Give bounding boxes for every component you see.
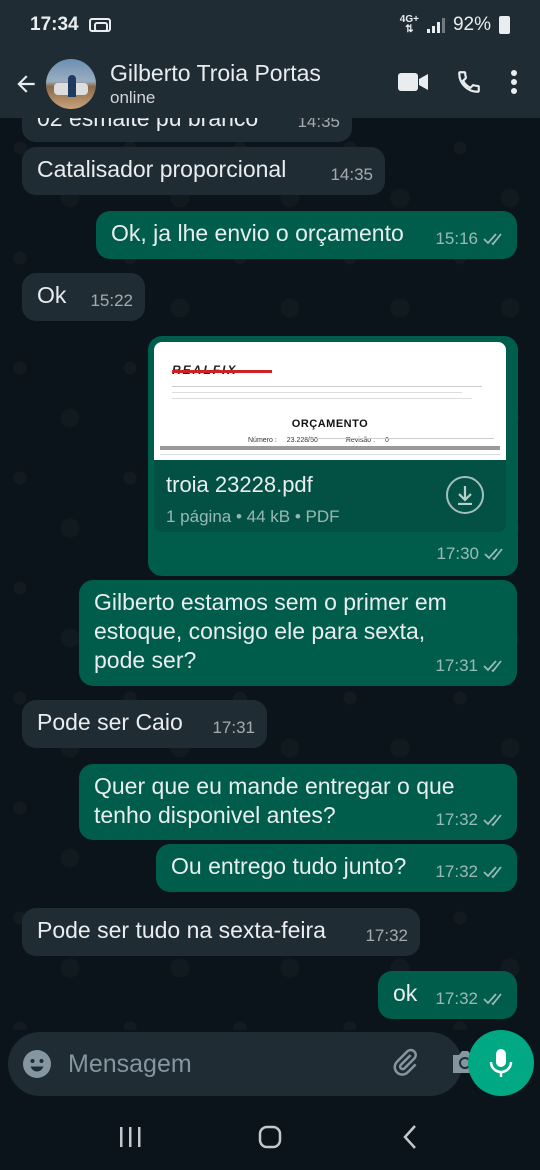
- message-time: 17:31: [435, 656, 478, 675]
- back-arrow-icon: [17, 75, 35, 93]
- attach-button[interactable]: [390, 1047, 420, 1082]
- message-incoming[interactable]: Catalisador proporcional 14:35: [22, 147, 385, 195]
- message-time: 17:30: [436, 544, 479, 563]
- read-receipt-icon: [483, 659, 502, 672]
- read-receipt-icon: [483, 865, 502, 878]
- voice-call-button[interactable]: [456, 69, 482, 100]
- recent-apps-icon: [120, 1127, 141, 1147]
- contact-avatar[interactable]: [46, 59, 96, 109]
- read-receipt-icon: [484, 547, 503, 560]
- document-details: 1 página • 44 kB • PDF: [166, 507, 340, 526]
- contact-presence: online: [110, 88, 156, 107]
- message-list[interactable]: 02 esmalte pu branco 14:35 Catalisador p…: [0, 118, 540, 1030]
- message-text: Catalisador proporcional: [37, 156, 287, 182]
- microphone-icon: [489, 1049, 513, 1077]
- home-button[interactable]: [250, 1117, 290, 1157]
- signal-icon: [426, 17, 445, 33]
- read-receipt-icon: [483, 813, 502, 826]
- download-button[interactable]: [446, 476, 484, 514]
- message-incoming[interactable]: 02 esmalte pu branco 14:35: [22, 118, 352, 142]
- message-composer: [8, 1032, 477, 1096]
- message-time: 17:32: [435, 862, 478, 881]
- message-incoming[interactable]: Ok 15:22: [22, 273, 145, 321]
- voice-message-button[interactable]: [468, 1030, 534, 1096]
- message-outgoing[interactable]: Ok, ja lhe envio o orçamento 15:16: [96, 211, 517, 259]
- home-icon: [258, 1125, 282, 1149]
- chat-header: Gilberto Troia Portas online: [0, 50, 540, 118]
- message-time: 14:35: [297, 118, 340, 131]
- chevron-left-icon: [403, 1125, 416, 1149]
- paperclip-icon: [393, 1048, 417, 1076]
- document-file-name: troia 23228.pdf: [166, 472, 313, 497]
- message-outgoing[interactable]: Quer que eu mande entregar o que tenho d…: [79, 764, 517, 840]
- back-nav-button[interactable]: [390, 1117, 430, 1157]
- read-receipt-icon: [483, 232, 502, 245]
- message-text: Pode ser tudo na sexta-feira: [37, 917, 326, 943]
- video-call-button[interactable]: [398, 71, 428, 98]
- message-time: 14:35: [330, 165, 373, 184]
- more-options-button[interactable]: [510, 69, 518, 100]
- network-type: 4G+: [399, 14, 419, 25]
- message-input[interactable]: [68, 1049, 390, 1079]
- system-navigation-bar: [0, 1104, 540, 1170]
- contact-name: Gilberto Troia Portas: [110, 60, 321, 86]
- status-bar: 17:34 4G+ ⇅ 92%: [0, 0, 540, 50]
- message-time: 17:32: [435, 810, 478, 829]
- back-button[interactable]: [6, 59, 46, 109]
- message-time: 15:22: [90, 291, 133, 310]
- message-time: 17:32: [365, 926, 408, 945]
- message-time: 17:32: [435, 989, 478, 1008]
- video-call-icon: [398, 72, 428, 91]
- recent-apps-button[interactable]: [110, 1117, 150, 1157]
- message-time: 17:31: [212, 718, 255, 737]
- network-type-icon: 4G+ ⇅: [399, 14, 419, 35]
- status-time: 17:34: [30, 14, 79, 35]
- emoji-button[interactable]: [22, 1049, 52, 1079]
- message-outgoing[interactable]: ok 17:32: [378, 971, 517, 1019]
- voicemail-icon: [88, 18, 111, 32]
- download-icon: [458, 486, 472, 505]
- message-time: 15:16: [435, 229, 478, 248]
- battery-icon: [499, 16, 510, 34]
- message-outgoing-document[interactable]: REALFIX ORÇAMENTO Número : 23.228/50 Rev…: [148, 336, 518, 576]
- document-preview-numbers: Número : 23.228/50 Revisão : 0: [248, 437, 389, 444]
- document-info[interactable]: troia 23228.pdf 1 página • 44 kB • PDF: [154, 460, 506, 532]
- emoji-icon: [23, 1050, 51, 1078]
- document-preview[interactable]: REALFIX ORÇAMENTO Número : 23.228/50 Rev…: [154, 342, 506, 460]
- message-outgoing[interactable]: Gilberto estamos sem o primer em estoque…: [79, 580, 517, 686]
- message-text: 02 esmalte pu branco: [37, 118, 259, 131]
- contact-info[interactable]: Gilberto Troia Portas online: [110, 59, 398, 109]
- message-text: Gilberto estamos sem o primer em estoque…: [94, 589, 447, 673]
- battery-percentage: 92%: [452, 14, 491, 35]
- read-receipt-icon: [483, 992, 502, 1005]
- message-text: Quer que eu mande entregar o que tenho d…: [94, 773, 455, 828]
- more-options-icon: [511, 69, 517, 94]
- voice-call-icon: [458, 70, 480, 93]
- message-incoming[interactable]: Pode ser Caio 17:31: [22, 700, 267, 748]
- message-outgoing[interactable]: Ou entrego tudo junto? 17:32: [156, 844, 517, 892]
- message-incoming[interactable]: Pode ser tudo na sexta-feira 17:32: [22, 908, 420, 956]
